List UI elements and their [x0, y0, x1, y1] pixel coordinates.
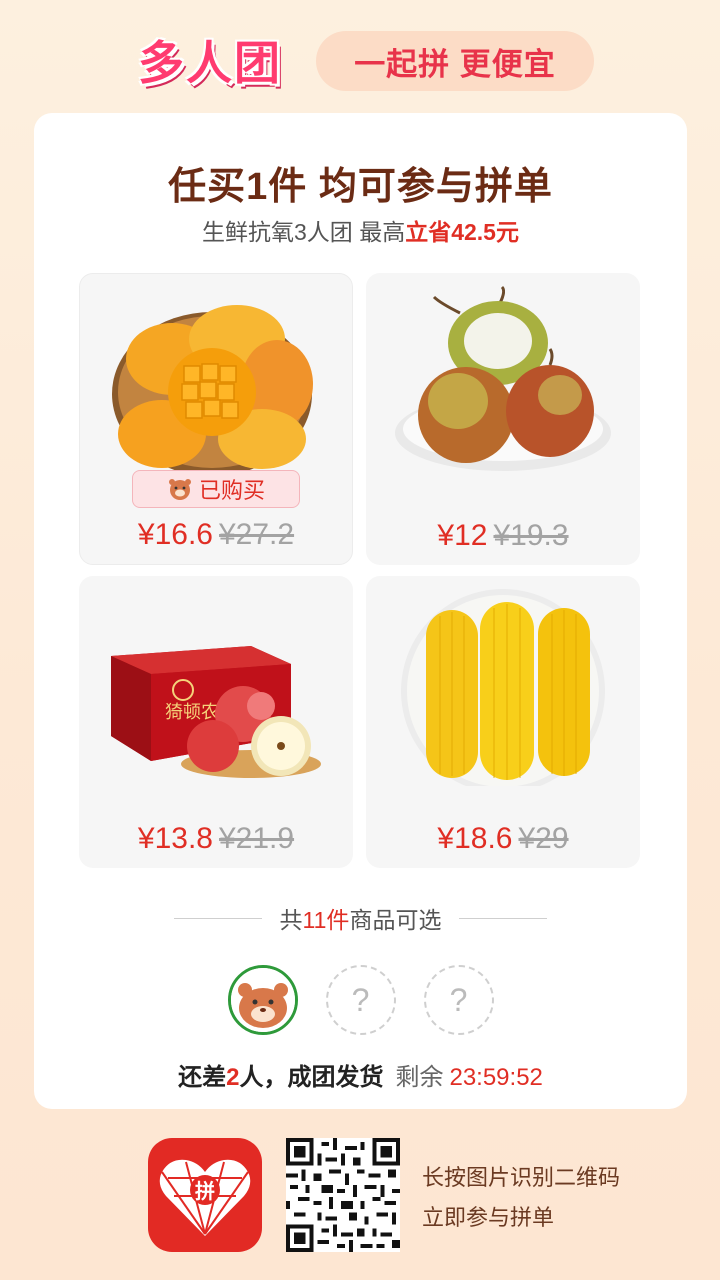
item-count-text: 共11件商品可选 — [280, 901, 442, 935]
qr-instructions: 长按图片识别二维码 立即参与拼单 — [422, 1158, 620, 1238]
subline-highlight: 立省42.5元 — [405, 219, 519, 245]
product-card-corn[interactable]: ¥18.6 ¥29 — [366, 576, 640, 868]
footer: 拼 长按图片识别二维码 立即参与拼单 — [148, 1136, 648, 1256]
header: 多人团 一起拼 更便宜 — [118, 28, 618, 96]
price-old: ¥21.9 — [219, 822, 295, 855]
product-card-pear[interactable]: ¥12 ¥19.3 — [366, 273, 640, 565]
price-old: ¥29 — [518, 822, 569, 855]
divider-right — [459, 917, 548, 919]
price-old: ¥19.3 — [493, 519, 569, 552]
app-icon: 拼 — [148, 1138, 262, 1252]
price-row: ¥18.6 ¥29 — [366, 822, 640, 856]
bought-tag-label: 已购买 — [198, 478, 265, 503]
qr-code-image — [286, 1138, 400, 1252]
qr-code[interactable] — [286, 1138, 400, 1252]
pinduoduo-logo-icon: 拼 — [159, 1159, 251, 1236]
status-prefix: 还差 — [178, 1064, 227, 1091]
product-card-mango[interactable]: 已购买 ¥16.6 ¥27.2 — [79, 273, 353, 565]
apple-box-image: 猗顿农品 — [111, 646, 321, 778]
pear-image — [395, 285, 611, 471]
price-now: ¥16.6 — [137, 518, 213, 551]
slogan-pill: 一起拼 更便宜 — [316, 31, 594, 91]
price-old: ¥27.2 — [219, 518, 295, 551]
corn-image — [401, 589, 605, 786]
group-status: 还差2人，成团发货 剩余 23:59:52 — [34, 1057, 687, 1092]
qr-instruction-line2: 立即参与拼单 — [422, 1205, 555, 1230]
empty-slot: ? — [423, 965, 494, 1035]
app-icon-text: 拼 — [195, 1179, 215, 1203]
avatar — [227, 965, 298, 1035]
card-headline: 任买1件 均可参与拼单 — [168, 166, 553, 208]
logo-text: 多人团 — [138, 37, 282, 89]
divider-left — [173, 917, 262, 919]
empty-slot: ? — [325, 965, 396, 1035]
bought-tag: 已购买 — [132, 470, 300, 508]
product-card-apple[interactable]: 猗顿农品 ¥13.8 ¥21.9 — [79, 576, 353, 868]
card-subline: 生鲜抗氧3人团 最高立省42.5元 — [34, 213, 687, 247]
price-row: ¥12 ¥19.3 — [366, 519, 640, 553]
group-members: ? ? — [34, 965, 687, 1035]
count-prefix: 共 — [279, 907, 303, 933]
tiger-icon — [168, 479, 191, 500]
status-number: 2 — [226, 1064, 240, 1091]
price-now: ¥13.8 — [137, 822, 213, 855]
price-now: ¥18.6 — [437, 822, 513, 855]
price-now: ¥12 — [437, 519, 488, 552]
mango-image — [112, 305, 313, 476]
count-number: 11件 — [302, 907, 350, 933]
status-suffix: 人，成团发货 — [239, 1064, 384, 1091]
item-count-row: 共11件商品可选 — [34, 901, 687, 935]
price-row: ¥13.8 ¥21.9 — [79, 822, 353, 856]
price-row: ¥16.6 ¥27.2 — [80, 518, 352, 552]
group-buy-card: 任买1件 均可参与拼单 生鲜抗氧3人团 最高立省42.5元 已购买 ¥16.6 … — [34, 113, 687, 1109]
qr-instruction-line1: 长按图片识别二维码 — [422, 1165, 621, 1190]
rest-label: 剩余 — [395, 1064, 444, 1091]
subline-prefix: 生鲜抗氧3人团 最高 — [202, 219, 406, 245]
count-suffix: 商品可选 — [349, 907, 442, 933]
countdown-timer: 23:59:52 — [449, 1064, 543, 1091]
tiger-avatar-icon — [230, 968, 295, 1032]
